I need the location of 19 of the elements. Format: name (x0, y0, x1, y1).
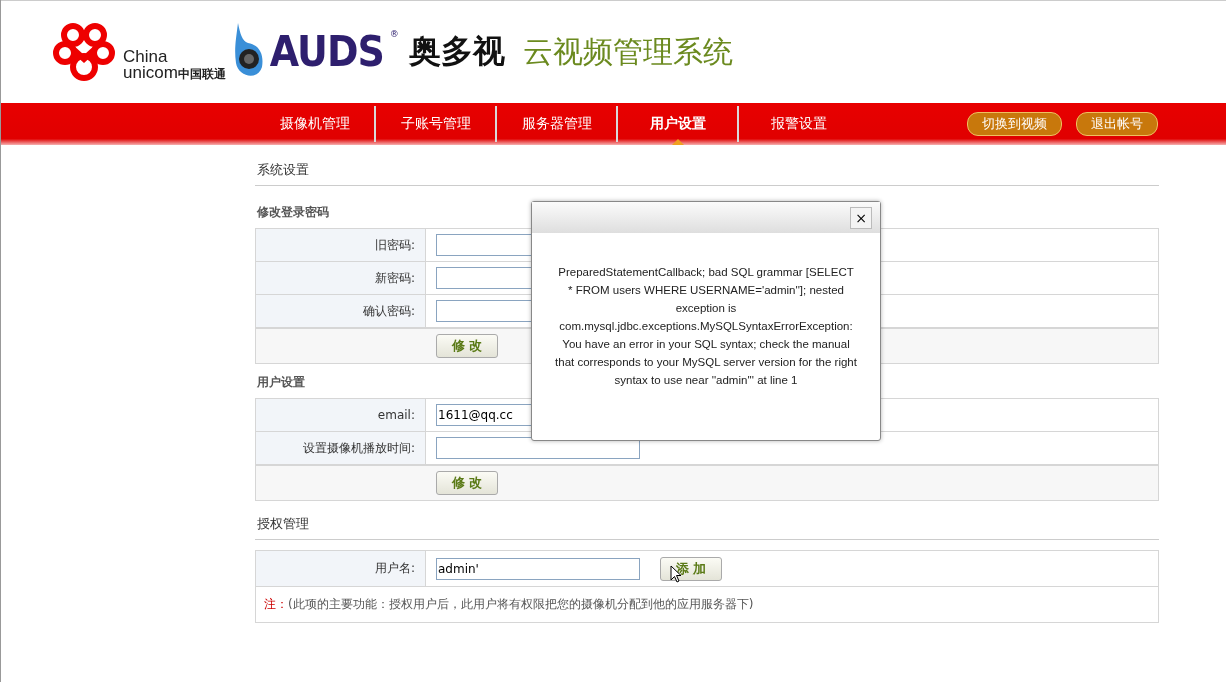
field-label: 旧密码: (256, 229, 426, 261)
logo-text: 中国联通 (177, 69, 226, 81)
section-heading: 授权管理 (255, 501, 1159, 540)
page-title: 系统设置 (255, 145, 1159, 186)
logo-text: China (123, 48, 169, 65)
field-label: 设置摄像机播放时间: (256, 432, 426, 464)
section-heading: 用户设置 (256, 374, 306, 391)
field-label: 确认密码: (256, 295, 426, 327)
brand-name: 奥多视 (408, 31, 505, 72)
brand-logo: AUDS (269, 27, 384, 77)
field-label: 用户名: (256, 551, 426, 586)
logo-text: unicom (123, 65, 178, 82)
note-text: 注：(此项的主要功能：授权用户后，此用户将有权限把您的摄像机分配到他的应用服务器下) (256, 586, 1158, 622)
field-label: email: (256, 399, 426, 431)
section-heading: 修改登录密码 (256, 204, 330, 221)
error-message: PreparedStatementCallback; bad SQL grammar [SELECT * FROM users WHERE USERNAME='admin'']; nested exception is com.mysql.jdbc.exceptions.MySQLSyntaxErrorException: You have an error in your SQL syntax; check the manual that corresponds to your MySQL server version for the right syntax to use near ''admin''' at line 1 (555, 265, 857, 388)
field-label: 新密码: (256, 262, 426, 294)
system-title: 云视频管理系统 (522, 32, 733, 71)
registered-mark: ® (389, 29, 399, 39)
